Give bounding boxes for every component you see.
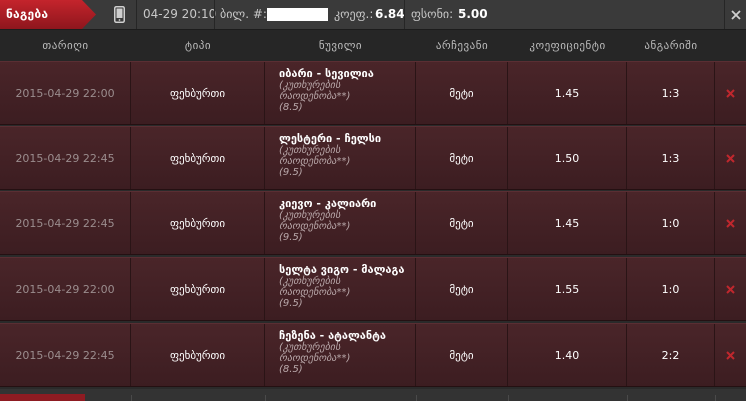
delete-x-icon xyxy=(726,284,735,294)
event-name: კიევო - კალიარი xyxy=(279,197,377,210)
row-odds: 1.50 xyxy=(508,127,627,189)
bet-datetime: 04-29 20:10 xyxy=(143,7,217,21)
event-market-2: რაოდენობა**) xyxy=(279,353,351,364)
stake-label: ფსონი: xyxy=(411,7,454,21)
event-market-1: (კუთხურების xyxy=(279,276,341,287)
event-line: (8.5) xyxy=(279,364,303,375)
top-bar: ნაგება 04-29 20:10 ბილ. #: კოეფ.: 6.84 ფ… xyxy=(0,0,746,30)
row-odds: 1.45 xyxy=(508,62,627,124)
event-market-1: (კუთხურების xyxy=(279,80,341,91)
delete-button[interactable] xyxy=(715,258,746,320)
row-score: 1:0 xyxy=(627,258,715,320)
row-odds: 1.45 xyxy=(508,192,627,254)
event-market-2: რაოდენობა**) xyxy=(279,156,351,167)
row-choice: მეტი xyxy=(416,127,508,189)
row-choice: მეტი xyxy=(416,258,508,320)
header-odds: კოეფიციენტი xyxy=(529,39,606,52)
row-type: ფეხბურთი xyxy=(131,127,265,189)
event-line: (9.5) xyxy=(279,232,303,243)
ticket-label: ბილ. #: xyxy=(220,7,267,21)
row-score: 1:3 xyxy=(627,127,715,189)
event-line: (9.5) xyxy=(279,298,303,309)
event-market-2: რაოდენობა**) xyxy=(279,287,351,298)
delete-x-icon xyxy=(726,88,735,98)
main-tab-label: ნაგება xyxy=(6,7,49,21)
row-date: 2015-04-29 22:00 xyxy=(0,258,131,320)
table-row: 2015-04-29 22:45 ფეხბურთი ჩეზენა - ატალა… xyxy=(0,323,746,387)
row-score: 1:3 xyxy=(627,62,715,124)
row-event: ჩეზენა - ატალანტა (კუთხურების რაოდენობა*… xyxy=(265,324,416,386)
event-name: სელტა ვიგო - მალაგა xyxy=(279,263,405,276)
event-line: (8.5) xyxy=(279,102,303,113)
main-tab[interactable]: ნაგება xyxy=(0,0,96,29)
row-choice: მეტი xyxy=(416,192,508,254)
table-row: 2015-04-29 22:00 ფეხბურთი იბარი - სევილი… xyxy=(0,61,746,125)
row-event: ლესტერი - ჩელსი (კუთხურების რაოდენობა**)… xyxy=(265,127,416,189)
row-choice: მეტი xyxy=(416,324,508,386)
event-market-1: (კუთხურების xyxy=(279,210,341,221)
table-row: 2015-04-29 22:00 ფეხბურთი სელტა ვიგო - მ… xyxy=(0,257,746,321)
row-date: 2015-04-29 22:45 xyxy=(0,192,131,254)
stake-value: 5.00 xyxy=(458,7,488,21)
header-date: თარიღი xyxy=(42,39,89,52)
header-event: ნუვილი xyxy=(318,39,363,52)
event-name: ლესტერი - ჩელსი xyxy=(279,132,382,145)
event-market-1: (კუთხურების xyxy=(279,145,341,156)
header-type: ტიპი xyxy=(184,39,212,52)
row-date: 2015-04-29 22:00 xyxy=(0,62,131,124)
row-type: ფეხბურთი xyxy=(131,324,265,386)
row-type: ფეხბურთი xyxy=(131,192,265,254)
row-odds: 1.55 xyxy=(508,258,627,320)
row-score: 1:0 xyxy=(627,192,715,254)
header-choice: არჩევანი xyxy=(435,39,489,52)
ticket-number-masked xyxy=(267,8,328,21)
row-type: ფეხბურთი xyxy=(131,258,265,320)
row-event: კიევო - კალიარი (კუთხურების რაოდენობა**)… xyxy=(265,192,416,254)
row-score: 2:2 xyxy=(627,324,715,386)
event-market-2: რაოდენობა**) xyxy=(279,91,351,102)
event-name: ჩეზენა - ატალანტა xyxy=(279,329,386,342)
coef-label: კოეფ.: xyxy=(334,7,374,21)
footer-accent xyxy=(0,394,85,401)
table-row: 2015-04-29 22:45 ფეხბურთი კიევო - კალიარ… xyxy=(0,191,746,255)
delete-button[interactable] xyxy=(715,62,746,124)
delete-x-icon xyxy=(726,218,735,228)
row-date: 2015-04-29 22:45 xyxy=(0,324,131,386)
event-market-1: (კუთხურების xyxy=(279,342,341,353)
row-event: სელტა ვიგო - მალაგა (კუთხურების რაოდენობ… xyxy=(265,258,416,320)
close-button[interactable] xyxy=(724,0,746,29)
row-choice: მეტი xyxy=(416,62,508,124)
table-header: თარიღი ტიპი ნუვილი არჩევანი კოეფიციენტი … xyxy=(0,30,746,62)
coef-value: 6.84 xyxy=(375,7,405,21)
delete-x-icon xyxy=(726,350,735,360)
header-score: ანგარიში xyxy=(644,39,698,52)
delete-button[interactable] xyxy=(715,324,746,386)
row-odds: 1.40 xyxy=(508,324,627,386)
footer-bar xyxy=(0,389,746,401)
row-type: ფეხბურთი xyxy=(131,62,265,124)
table-row: 2015-04-29 22:45 ფეხბურთი ლესტერი - ჩელს… xyxy=(0,126,746,190)
delete-button[interactable] xyxy=(715,127,746,189)
event-market-2: რაოდენობა**) xyxy=(279,221,351,232)
event-line: (9.5) xyxy=(279,167,303,178)
event-name: იბარი - სევილია xyxy=(279,67,374,80)
mobile-phone-icon[interactable] xyxy=(104,0,137,29)
close-icon xyxy=(731,10,741,20)
delete-button[interactable] xyxy=(715,192,746,254)
delete-x-icon xyxy=(726,153,735,163)
row-event: იბარი - სევილია (კუთხურების რაოდენობა**)… xyxy=(265,62,416,124)
row-date: 2015-04-29 22:45 xyxy=(0,127,131,189)
